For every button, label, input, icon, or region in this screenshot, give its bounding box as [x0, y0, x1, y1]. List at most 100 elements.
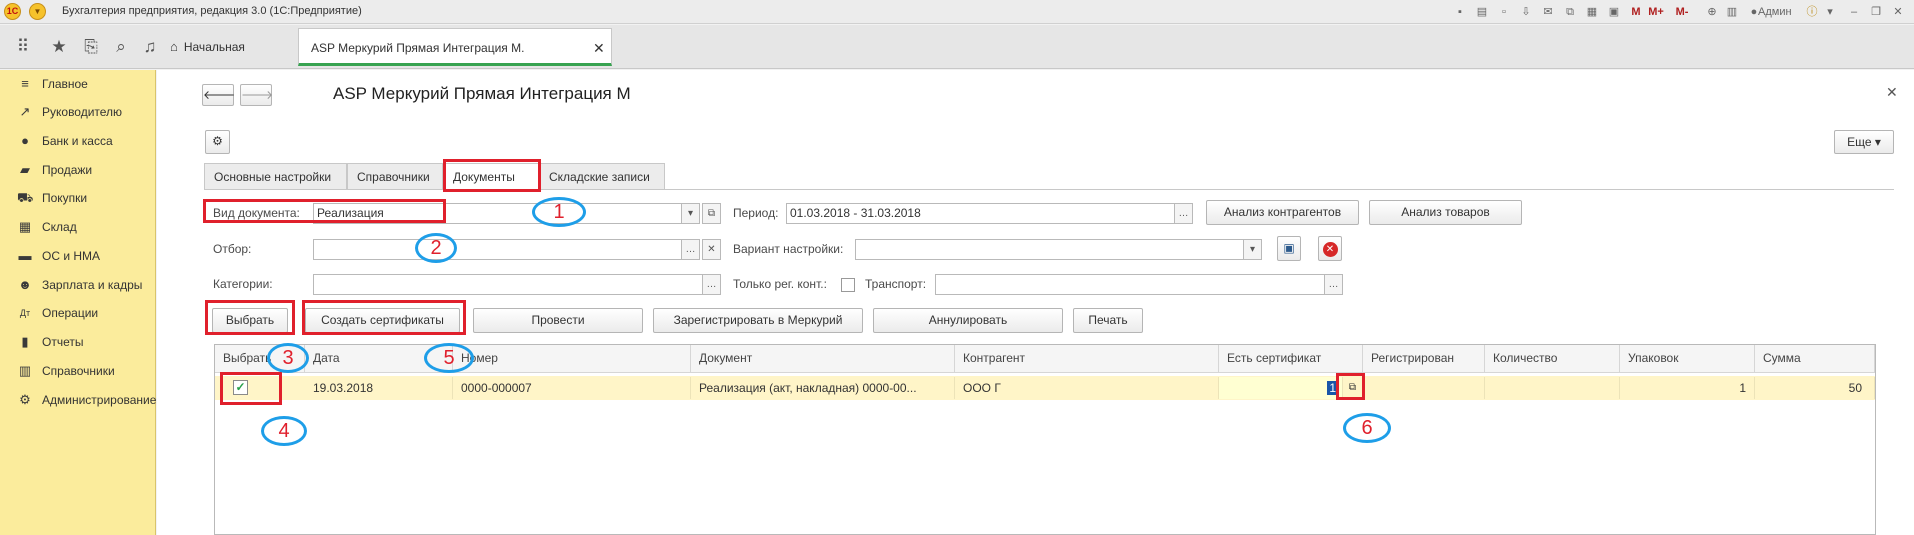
calculator-icon[interactable]: ▦: [1584, 4, 1600, 20]
preview-icon[interactable]: ▫: [1496, 4, 1512, 20]
user-name[interactable]: Админ: [1758, 4, 1792, 20]
info-icon[interactable]: ⓘ: [1804, 4, 1820, 20]
sidebar-item-fixed-assets[interactable]: ▬ ОС и НМА: [0, 242, 156, 270]
sidebar-item-directories[interactable]: ▥ Справочники: [0, 357, 156, 385]
apps-grid-icon[interactable]: ⠿: [12, 36, 34, 58]
settings-icon-button[interactable]: ⚙: [205, 130, 230, 154]
sidebar-item-label: ОС и НМА: [42, 249, 101, 263]
print-button[interactable]: Печать: [1073, 308, 1143, 333]
header-divider: [215, 372, 1875, 373]
sidebar-item-manager[interactable]: ↗ Руководителю: [0, 98, 156, 126]
sidebar-item-operations[interactable]: Дт Операции: [0, 299, 156, 327]
forward-button[interactable]: 🡒: [240, 84, 273, 106]
close-form-icon[interactable]: ✕: [1886, 84, 1898, 101]
close-window-icon[interactable]: ✕: [1890, 4, 1906, 20]
sidebar-item-admin[interactable]: ⚙ Администрирование: [0, 386, 156, 414]
cell-date: 19.03.2018: [305, 377, 453, 399]
categories-field[interactable]: [313, 274, 704, 295]
period-select-icon[interactable]: …: [1174, 203, 1193, 224]
1c-logo-icon[interactable]: 1С: [4, 3, 21, 20]
history-icon[interactable]: ⎘: [80, 36, 102, 58]
analyze-contractors-button[interactable]: Анализ контрагентов: [1206, 200, 1359, 225]
shopping-bag-icon: ▰: [20, 162, 30, 177]
column-header-packages[interactable]: Упаковок: [1620, 345, 1755, 372]
variant-dropdown-icon[interactable]: ▾: [1243, 239, 1262, 260]
sidebar-item-warehouse[interactable]: ▦ Склад: [0, 213, 156, 241]
back-button[interactable]: 🡐: [202, 84, 235, 106]
home-icon: ⌂: [170, 39, 178, 54]
sidebar-item-label: Банк и касса: [42, 134, 113, 148]
register-mercury-button[interactable]: Зарегистрировать в Меркурий: [653, 308, 863, 333]
doc-type-dropdown-icon[interactable]: ▾: [681, 203, 700, 224]
post-button[interactable]: Провести: [473, 308, 643, 333]
column-header-number[interactable]: Номер: [453, 345, 691, 372]
minimize-icon[interactable]: –: [1846, 4, 1862, 20]
only-reg-checkbox[interactable]: [841, 278, 855, 292]
save-icon[interactable]: ▪: [1452, 4, 1468, 20]
print-icon[interactable]: ▤: [1474, 4, 1490, 20]
callout-1: 1: [532, 197, 586, 227]
search-icon[interactable]: ⌕: [110, 36, 132, 58]
cell-contractor: ООО Г: [955, 377, 1219, 399]
more-button[interactable]: Еще ▾: [1834, 130, 1894, 154]
filter-select-icon[interactable]: …: [681, 239, 700, 260]
column-header-has-cert[interactable]: Есть сертификат: [1219, 345, 1363, 372]
column-header-document[interactable]: Документ: [691, 345, 955, 372]
variant-field[interactable]: [855, 239, 1245, 260]
sidebar: ≡ Главное ↗ Руководителю ● Банк и касса ▰ Пр…: [0, 70, 156, 535]
tab-directories[interactable]: Справочники: [347, 163, 443, 189]
sidebar-item-label: Справочники: [42, 364, 115, 378]
callout-6: 6: [1343, 413, 1391, 443]
tab-main-settings[interactable]: Основные настройки: [204, 163, 347, 189]
sidebar-item-salary[interactable]: ☻ Зарплата и кадры: [0, 271, 156, 299]
callout-4: 4: [261, 416, 307, 446]
tab-home[interactable]: ⌂Начальная страница: [158, 28, 294, 92]
gear-icon: ⚙: [19, 392, 31, 407]
memory-m-minus-button[interactable]: M-: [1674, 4, 1690, 20]
column-header-quantity[interactable]: Количество: [1485, 345, 1620, 372]
sidebar-item-sales[interactable]: ▰ Продажи: [0, 156, 156, 184]
period-field[interactable]: 01.03.2018 - 31.03.2018: [786, 203, 1176, 224]
tab-warehouse-records[interactable]: Складские записи: [539, 163, 665, 189]
column-header-sum[interactable]: Сумма: [1755, 345, 1875, 372]
transport-select-icon[interactable]: …: [1324, 274, 1343, 295]
only-reg-label: Только рег. конт.:: [733, 277, 827, 291]
export-icon[interactable]: ⇩: [1518, 4, 1534, 20]
mail-icon[interactable]: ✉: [1540, 4, 1556, 20]
cancel-docs-button[interactable]: Аннулировать: [873, 308, 1063, 333]
window-title: Бухгалтерия предприятия, редакция 3.0 (1…: [62, 5, 362, 17]
categories-select-icon[interactable]: …: [702, 274, 721, 295]
cell-sum: 50: [1755, 377, 1875, 399]
restore-icon[interactable]: ❐: [1868, 4, 1884, 20]
cell-packages: 1: [1620, 377, 1755, 399]
sidebar-item-bank[interactable]: ● Банк и касса: [0, 127, 156, 155]
link-icon[interactable]: ⧉: [1562, 4, 1578, 20]
sidebar-item-reports[interactable]: ▮ Отчеты: [0, 328, 156, 356]
calendar-icon[interactable]: ▣: [1606, 4, 1622, 20]
memory-m-button[interactable]: M: [1628, 4, 1644, 20]
favorites-star-icon[interactable]: ★: [48, 36, 70, 58]
sidebar-item-purchases[interactable]: ⛟ Покупки: [0, 184, 156, 212]
zoom-icon[interactable]: ⊕: [1704, 4, 1720, 20]
memory-m-plus-button[interactable]: M+: [1648, 4, 1664, 20]
save-variant-icon[interactable]: ▣: [1277, 236, 1301, 261]
cell-document[interactable]: Реализация (акт, накладная) 0000-00...: [691, 377, 955, 399]
delete-variant-button[interactable]: ✕: [1318, 236, 1342, 261]
filter-clear-icon[interactable]: ✕: [702, 239, 721, 260]
column-header-contractor[interactable]: Контрагент: [955, 345, 1219, 372]
variant-label: Вариант настройки:: [733, 242, 844, 256]
main-menu-dropdown-icon[interactable]: ▼: [29, 3, 46, 20]
column-header-registered[interactable]: Регистрирован: [1363, 345, 1485, 372]
tab-mercury-integration[interactable]: ASP Меркурий Прямая Интеграция М. ✕: [298, 28, 612, 66]
close-tab-icon[interactable]: ✕: [593, 29, 605, 67]
analyze-goods-button[interactable]: Анализ товаров: [1369, 200, 1522, 225]
transport-field[interactable]: [935, 274, 1325, 295]
doc-type-open-icon[interactable]: ⧉: [702, 203, 721, 224]
panels-icon[interactable]: ▥: [1724, 4, 1740, 20]
cell-has-cert[interactable]: 1: [1219, 377, 1343, 399]
coin-icon: ●: [21, 133, 29, 148]
settings-dropdown-icon[interactable]: ▾: [1822, 4, 1838, 20]
filter-field[interactable]: [313, 239, 683, 260]
sidebar-item-main[interactable]: ≡ Главное: [0, 70, 156, 98]
highlight-select-button: [205, 300, 295, 335]
